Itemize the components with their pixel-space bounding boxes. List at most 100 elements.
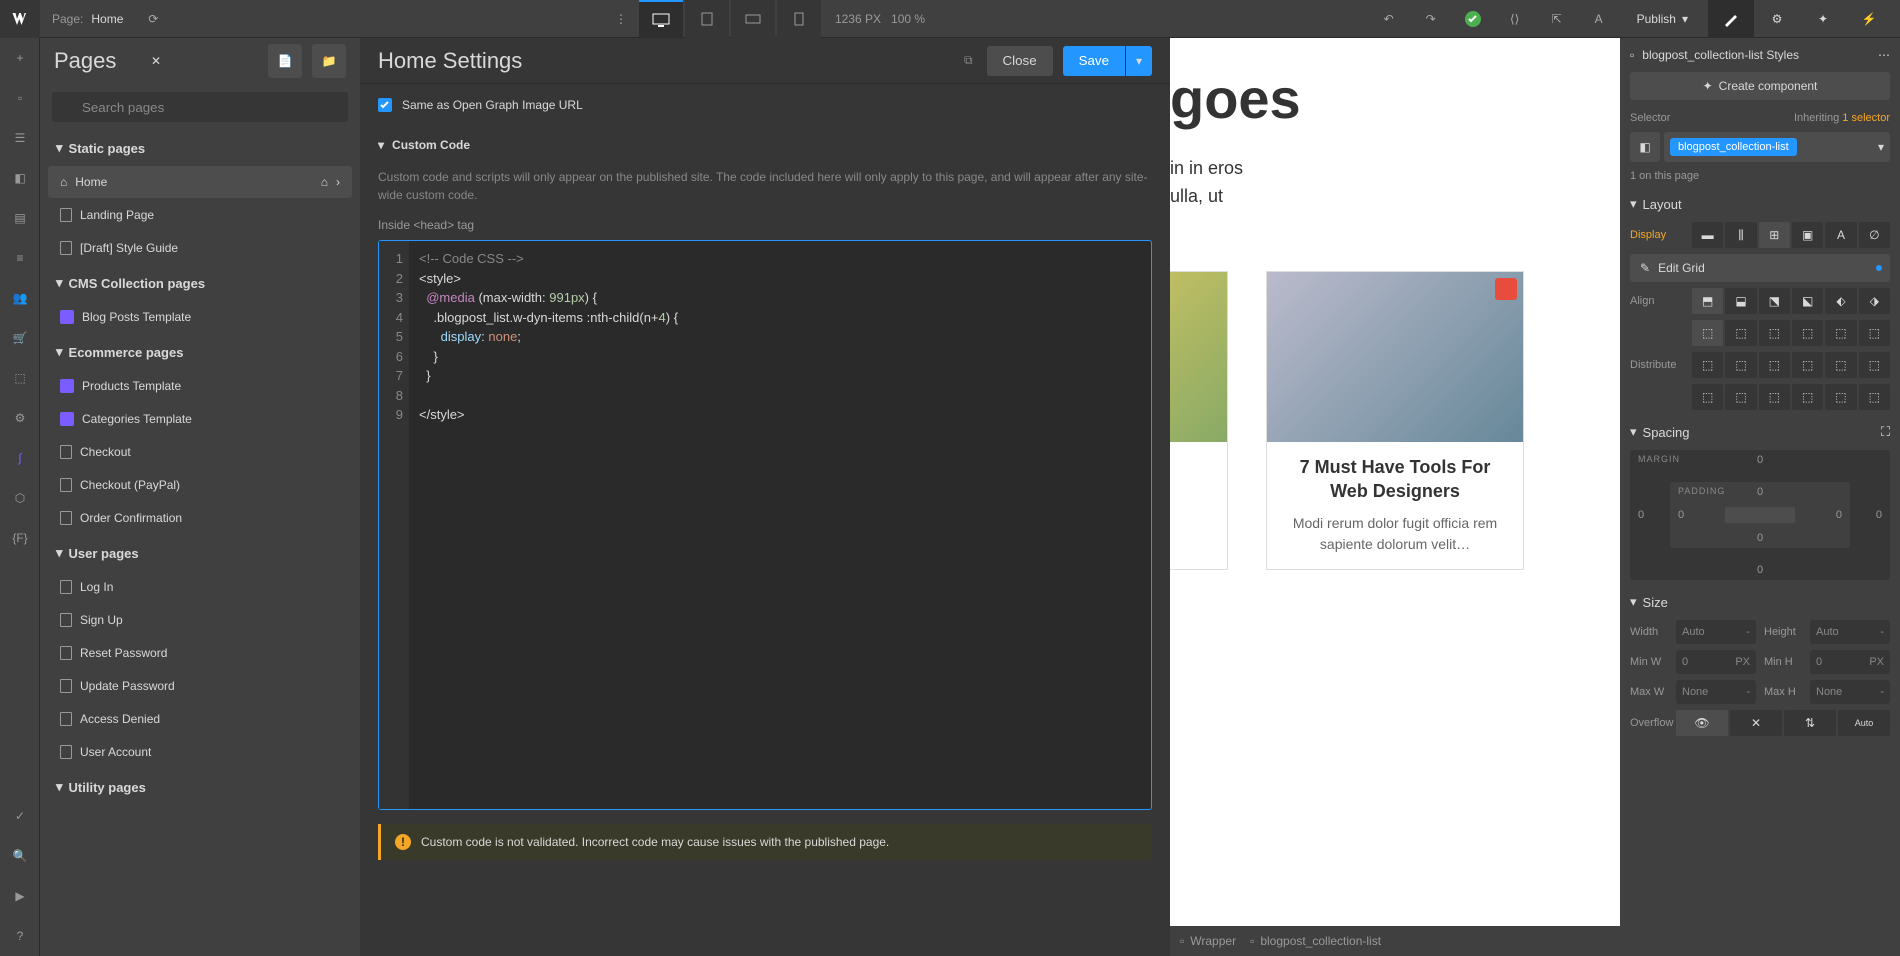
redo-icon[interactable]: ↷	[1413, 0, 1449, 38]
selector-input[interactable]: blogpost_collection-list▾	[1664, 132, 1890, 162]
display-none-button[interactable]: ∅	[1859, 222, 1890, 248]
display-inline-button[interactable]: A	[1825, 222, 1856, 248]
distribute-btn[interactable]: ⬚	[1859, 352, 1890, 378]
spacing-section[interactable]: ▾ Spacing⛶	[1630, 424, 1890, 440]
new-folder-button[interactable]: 📁	[312, 44, 346, 78]
maxh-input[interactable]: None-	[1810, 680, 1890, 704]
code-content[interactable]: <!-- Code CSS --> <style> @media (max-wi…	[409, 241, 688, 809]
distribute-btn2[interactable]: ⬚	[1692, 384, 1723, 410]
maxw-input[interactable]: None-	[1676, 680, 1756, 704]
pages-icon[interactable]: ▫	[0, 78, 40, 118]
settings-tab-icon[interactable]: ⚙	[1754, 0, 1800, 38]
page-landing[interactable]: Landing Page	[48, 199, 352, 231]
interactions-tab-icon[interactable]: ✦	[1800, 0, 1846, 38]
close-pages-icon[interactable]: ✕	[151, 54, 161, 68]
cms-pages-group[interactable]: ▾ CMS Collection pages	[48, 265, 352, 301]
effects-tab-icon[interactable]: ⚡	[1846, 0, 1892, 38]
blog-card[interactable]: Design Know it quia andit…	[1170, 271, 1228, 570]
height-input[interactable]: Auto-	[1810, 620, 1890, 644]
align-btn[interactable]: ⬔	[1759, 288, 1790, 314]
display-block-button[interactable]: ▬	[1692, 222, 1723, 248]
close-button[interactable]: Close	[987, 46, 1053, 76]
align-btn[interactable]: ⬕	[1792, 288, 1823, 314]
save-button[interactable]: Save	[1063, 46, 1125, 76]
help-icon[interactable]: ?	[0, 916, 40, 956]
selector-type-icon[interactable]: ◧	[1630, 132, 1660, 162]
utility-pages-group[interactable]: ▾ Utility pages	[48, 769, 352, 805]
audit-icon[interactable]: A	[1581, 0, 1617, 38]
search-rail-icon[interactable]: 🔍	[0, 836, 40, 876]
distribute-btn2[interactable]: ⬚	[1725, 384, 1756, 410]
variables-icon[interactable]: {F}	[0, 518, 40, 558]
expand-icon[interactable]: ⛶	[1881, 424, 1890, 440]
navigator-icon[interactable]: ☰	[0, 118, 40, 158]
page-products[interactable]: Products Template	[48, 370, 352, 402]
edit-grid-button[interactable]: ✎ Edit Grid	[1630, 254, 1890, 282]
justify-btn[interactable]: ⬚	[1759, 320, 1790, 346]
align-btn[interactable]: ⬓	[1725, 288, 1756, 314]
webflow-logo[interactable]	[0, 0, 40, 38]
create-component-button[interactable]: ✦ Create component	[1630, 72, 1890, 100]
more-icon[interactable]: ⋯	[1878, 48, 1890, 62]
display-grid-button[interactable]: ⊞	[1759, 222, 1790, 248]
overflow-hidden-button[interactable]: ✕	[1730, 710, 1782, 736]
justify-btn[interactable]: ⬚	[1725, 320, 1756, 346]
code-icon[interactable]: ⟨⟩	[1497, 0, 1533, 38]
page-access-denied[interactable]: Access Denied	[48, 703, 352, 735]
tablet-device-button[interactable]	[685, 0, 729, 38]
copy-icon[interactable]: ⧉	[964, 53, 973, 68]
desktop-device-button[interactable]	[639, 0, 683, 38]
justify-btn[interactable]: ⬚	[1825, 320, 1856, 346]
display-flex-button[interactable]: ⫼	[1725, 222, 1756, 248]
mobile-portrait-button[interactable]	[777, 0, 821, 38]
hero-paragraph[interactable]: in in erosulla, ut	[1170, 154, 1620, 212]
breadcrumb-item[interactable]: ▫ blogpost_collection-list	[1250, 934, 1381, 948]
page-checkout-paypal[interactable]: Checkout (PayPal)	[48, 469, 352, 501]
static-pages-group[interactable]: ▾ Static pages	[48, 130, 352, 166]
page-order-confirm[interactable]: Order Confirmation	[48, 502, 352, 534]
assets-icon[interactable]: ▤	[0, 198, 40, 238]
og-url-checkbox[interactable]	[378, 98, 392, 112]
distribute-btn2[interactable]: ⬚	[1792, 384, 1823, 410]
hero-heading[interactable]: goes	[1170, 68, 1620, 130]
settings-rail-icon[interactable]: ⚙	[0, 398, 40, 438]
ecommerce-pages-group[interactable]: ▾ Ecommerce pages	[48, 334, 352, 370]
align-btn[interactable]: ⬗	[1859, 288, 1890, 314]
more-icon[interactable]: ⋮	[603, 0, 639, 38]
spacing-editor[interactable]: MARGIN 0 0 0 0 PADDING 0 0 0 0	[1630, 450, 1890, 580]
box-icon[interactable]: ⬡	[0, 478, 40, 518]
size-section[interactable]: ▾ Size	[1630, 594, 1890, 610]
page-signup[interactable]: Sign Up	[48, 604, 352, 636]
distribute-btn[interactable]: ⬚	[1759, 352, 1790, 378]
overflow-visible-button[interactable]: 👁	[1676, 710, 1728, 736]
ecommerce-icon[interactable]: 🛒	[0, 318, 40, 358]
overflow-auto-button[interactable]: Auto	[1838, 710, 1890, 736]
justify-btn[interactable]: ⬚	[1859, 320, 1890, 346]
page-home[interactable]: ⌂Home⌂›	[48, 166, 352, 198]
logic-icon[interactable]: ⬚	[0, 358, 40, 398]
distribute-btn[interactable]: ⬚	[1725, 352, 1756, 378]
components-icon[interactable]: ◧	[0, 158, 40, 198]
distribute-btn[interactable]: ⬚	[1825, 352, 1856, 378]
distribute-btn[interactable]: ⬚	[1692, 352, 1723, 378]
width-input[interactable]: Auto-	[1676, 620, 1756, 644]
display-inlineblock-button[interactable]: ▣	[1792, 222, 1823, 248]
page-style-guide[interactable]: [Draft] Style Guide	[48, 232, 352, 264]
page-user-account[interactable]: User Account	[48, 736, 352, 768]
new-page-button[interactable]: 📄	[268, 44, 302, 78]
mobile-landscape-button[interactable]	[731, 0, 775, 38]
cms-icon[interactable]: ≡	[0, 238, 40, 278]
minw-input[interactable]: 0PX	[1676, 650, 1756, 674]
status-check-icon[interactable]	[1455, 0, 1491, 38]
publish-button[interactable]: Publish▾	[1623, 0, 1702, 38]
page-update-pw[interactable]: Update Password	[48, 670, 352, 702]
page-categories[interactable]: Categories Template	[48, 403, 352, 435]
distribute-btn2[interactable]: ⬚	[1859, 384, 1890, 410]
save-dropdown[interactable]: ▾	[1126, 46, 1152, 76]
page-blog-template[interactable]: Blog Posts Template	[48, 301, 352, 333]
audit-rail-icon[interactable]: ✓	[0, 796, 40, 836]
distribute-btn2[interactable]: ⬚	[1759, 384, 1790, 410]
page-login[interactable]: Log In	[48, 571, 352, 603]
page-reset-pw[interactable]: Reset Password	[48, 637, 352, 669]
code-editor[interactable]: 123456789 <!-- Code CSS --> <style> @med…	[378, 240, 1152, 810]
